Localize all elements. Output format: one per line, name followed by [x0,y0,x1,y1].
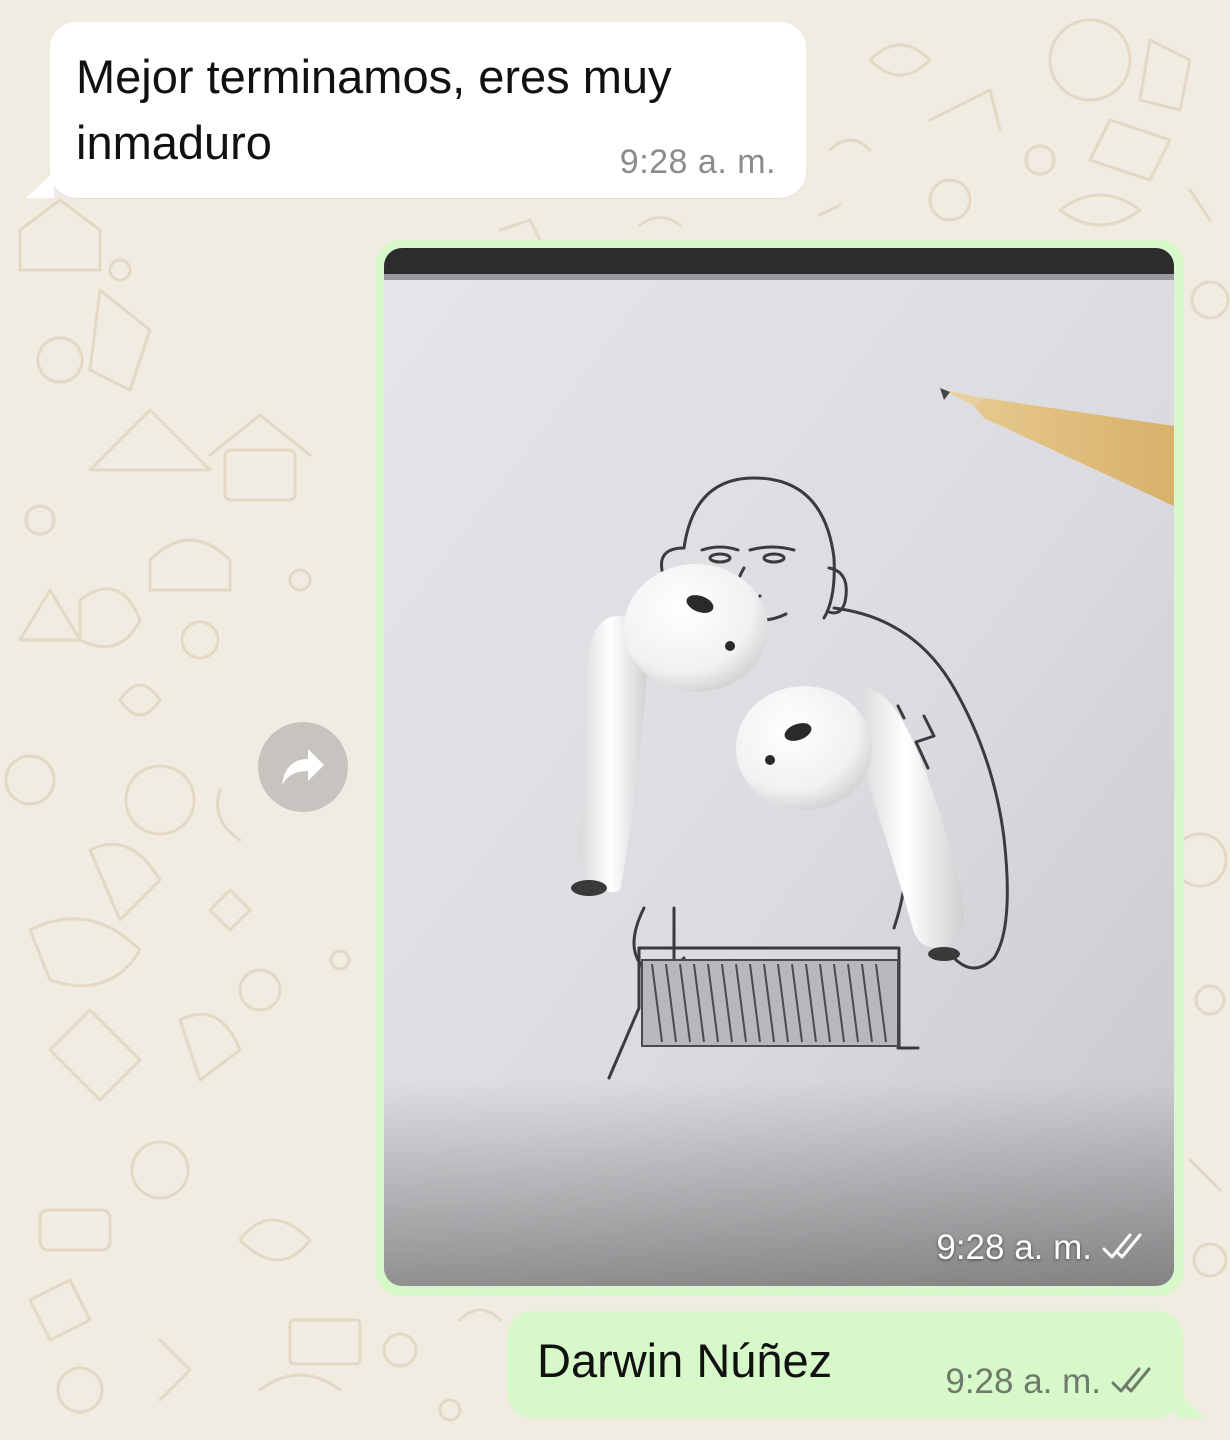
image-message-time: 9:28 a. m. [936,1228,1092,1267]
forward-button[interactable] [258,722,348,812]
incoming-bubble-tail [26,172,54,198]
image-message-photo[interactable]: 9:28 a. m. [384,248,1174,1286]
image-message-bubble[interactable]: 9:28 a. m. [376,240,1184,1296]
double-check-icon [1111,1367,1151,1393]
double-check-icon [1102,1233,1142,1259]
outgoing-message-meta: 9:28 a. m. [945,1362,1155,1402]
outgoing-message-text: Darwin Núñez [537,1334,833,1387]
outgoing-bubble-tail [1177,1392,1205,1418]
outgoing-message-bubble[interactable]: Darwin Núñez 9:28 a. m. [507,1311,1205,1418]
image-message-meta: 9:28 a. m. [936,1228,1146,1268]
incoming-message-time: 9:28 a. m. [619,143,776,181]
outgoing-message-time: 9:28 a. m. [945,1362,1101,1401]
incoming-message-bubble[interactable]: Mejor terminamos, eres muy inmaduro 9:28… [26,22,806,198]
forward-arrow-icon [282,749,324,785]
airpods-drawing-photo [384,248,1174,1286]
